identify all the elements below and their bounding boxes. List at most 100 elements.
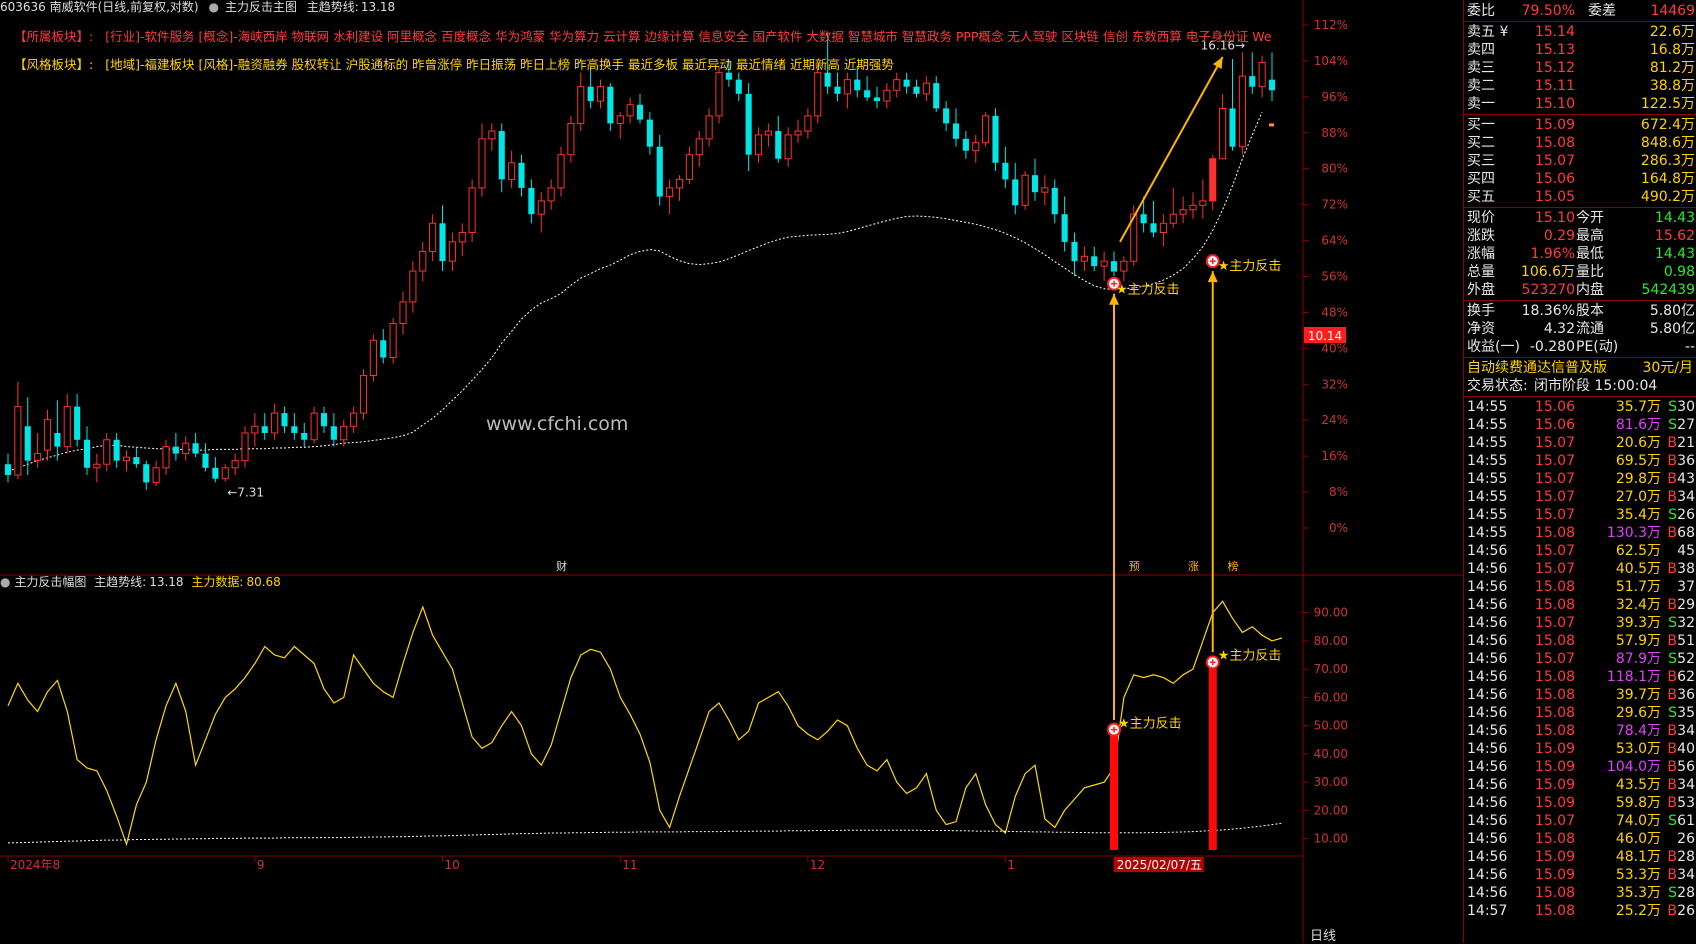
- tick-row[interactable]: 14:55 15.06 35.7万 S 30: [1464, 398, 1696, 416]
- candle-body: [745, 93, 752, 155]
- candle-body: [893, 79, 901, 91]
- candle-body: [587, 86, 594, 102]
- tick-row[interactable]: 14:56 15.09 104.0万 B 56: [1464, 758, 1696, 776]
- tick-row[interactable]: 14:56 15.08 32.4万 B 29: [1464, 596, 1696, 614]
- candle: [557, 146, 565, 197]
- tick-side: B: [1667, 561, 1677, 577]
- indicator-dot-icon[interactable]: ●: [208, 0, 218, 14]
- tick-row[interactable]: 14:56 15.08 118.1万 B 62: [1464, 668, 1696, 686]
- sell-row[interactable]: 卖一 15.10 122.5万: [1464, 95, 1696, 113]
- tick-row[interactable]: 14:55 15.07 20.6万 B 21: [1464, 434, 1696, 452]
- trend-value: 13.18: [360, 0, 396, 14]
- buy-volume: 672.4万: [1640, 117, 1695, 133]
- candle: [537, 192, 545, 233]
- candle: [192, 432, 199, 458]
- tick-volume: 27.0万: [1615, 489, 1661, 505]
- tick-volume: 53.0万: [1615, 741, 1661, 757]
- candle: [873, 86, 881, 109]
- stat-row[interactable]: 涨跌 0.29 最高 15.62: [1464, 227, 1696, 245]
- tick-row[interactable]: 14:55 15.07 69.5万 B 36: [1464, 452, 1696, 470]
- tick-row[interactable]: 14:56 15.08 51.7万 37: [1464, 578, 1696, 596]
- tick-row[interactable]: 14:56 15.08 57.9万 B 51: [1464, 632, 1696, 650]
- buy-row[interactable]: 买四 15.06 164.8万: [1464, 170, 1696, 188]
- tick-row[interactable]: 14:56 15.09 59.8万 B 53: [1464, 794, 1696, 812]
- candle-body: [754, 134, 763, 156]
- tick-time: 14:56: [1467, 705, 1508, 721]
- sector-label: 【所属板块】:: [14, 29, 94, 44]
- stock-title[interactable]: 603636 南威软件(日线,前复权,对数): [0, 0, 199, 14]
- tick-row[interactable]: 14:55 15.08 130.3万 B 68: [1464, 524, 1696, 542]
- tick-row[interactable]: 14:56 15.09 53.0万 B 40: [1464, 740, 1696, 758]
- tick-row[interactable]: 14:56 15.08 78.4万 B 34: [1464, 722, 1696, 740]
- period-label[interactable]: 日线: [1310, 925, 1336, 944]
- buy-row[interactable]: 买五 15.05 490.2万: [1464, 188, 1696, 206]
- tick-row[interactable]: 14:57 15.08 25.2万 B 26: [1464, 902, 1696, 920]
- event-marker: 预: [1129, 560, 1140, 573]
- tick-time: 14:56: [1467, 885, 1508, 901]
- candle-body: [241, 432, 249, 462]
- tick-row[interactable]: 14:56 15.08 46.0万 26: [1464, 830, 1696, 848]
- tick-row[interactable]: 14:55 15.07 27.0万 B 34: [1464, 488, 1696, 506]
- tick-side: B: [1667, 597, 1677, 613]
- tick-row[interactable]: 14:55 15.07 29.8万 B 43: [1464, 470, 1696, 488]
- sub-indicator-dot-icon[interactable]: ●: [0, 575, 10, 589]
- buy-row[interactable]: 买二 15.08 848.6万: [1464, 134, 1696, 152]
- sub-indicator-name[interactable]: 主力反击幅图: [14, 575, 86, 589]
- candle-body: [162, 446, 170, 469]
- buy-row[interactable]: 买三 15.07 286.3万: [1464, 152, 1696, 170]
- stat2-value: -0.280: [1529, 339, 1575, 355]
- sell-row[interactable]: 卖四 15.13 16.8万: [1464, 41, 1696, 59]
- ratio-diff-value: 14469: [1650, 3, 1695, 19]
- tick-row[interactable]: 14:56 15.09 53.3万 B 34: [1464, 866, 1696, 884]
- candle: [616, 112, 624, 139]
- tick-row[interactable]: 14:56 15.07 87.9万 S 52: [1464, 650, 1696, 668]
- stat-row[interactable]: 总量 106.6万 量比 0.98: [1464, 263, 1696, 281]
- low-price-marker: ←7.31: [227, 486, 264, 500]
- stat2-row[interactable]: 换手 18.36% 股本 5.80亿: [1464, 302, 1696, 320]
- stat2-row[interactable]: 净资 4.32 流通 5.80亿: [1464, 320, 1696, 338]
- tick-time: 14:56: [1467, 741, 1508, 757]
- quote-ratio-row[interactable]: 委比 79.50% 委差 14469: [1464, 2, 1696, 20]
- status-row[interactable]: 交易状态: 闭市阶段 15:00:04: [1464, 377, 1696, 395]
- stat-row[interactable]: 现价 15.10 今开 14.43: [1464, 209, 1696, 227]
- tick-row[interactable]: 14:56 15.07 74.0万 S 61: [1464, 812, 1696, 830]
- tick-row[interactable]: 14:56 15.07 40.5万 B 38: [1464, 560, 1696, 578]
- tick-time: 14:56: [1467, 759, 1508, 775]
- candle: [775, 115, 782, 163]
- panel-separator: [1464, 21, 1696, 22]
- tick-row[interactable]: 14:56 15.07 39.3万 S 32: [1464, 614, 1696, 632]
- tick-row[interactable]: 14:56 15.07 62.5万 45: [1464, 542, 1696, 560]
- candle-body: [834, 86, 841, 94]
- tick-time: 14:55: [1467, 399, 1508, 415]
- signal-label-main-2: ★主力反击: [1218, 259, 1282, 274]
- stat-row[interactable]: 外盘 523270 内盘 542439: [1464, 281, 1696, 299]
- tick-row[interactable]: 14:56 15.09 43.5万 B 34: [1464, 776, 1696, 794]
- tick-row[interactable]: 14:56 15.08 35.3万 S 28: [1464, 884, 1696, 902]
- sell-row[interactable]: 卖二 15.11 38.8万: [1464, 77, 1696, 95]
- tick-volume: 29.8万: [1615, 471, 1661, 487]
- tick-row[interactable]: 14:55 15.07 35.4万 S 26: [1464, 506, 1696, 524]
- tick-row[interactable]: 14:55 15.06 81.6万 S 27: [1464, 416, 1696, 434]
- sell-row[interactable]: 卖五 ¥ 15.14 22.6万: [1464, 23, 1696, 41]
- stat2-row[interactable]: 收益(一) -0.280 PE(动) --: [1464, 338, 1696, 356]
- candle: [43, 409, 52, 461]
- candle: [498, 123, 505, 193]
- tick-row[interactable]: 14:56 15.09 48.1万 B 28: [1464, 848, 1696, 866]
- promo-row[interactable]: 自动续费通达信普及版 30元/月: [1464, 359, 1696, 377]
- tick-row[interactable]: 14:56 15.08 39.7万 B 36: [1464, 686, 1696, 704]
- promo-text: 自动续费通达信普及版: [1467, 360, 1607, 376]
- candle-body: [172, 446, 179, 454]
- candle-body: [656, 146, 663, 197]
- candle-body: [389, 322, 397, 359]
- chart-svg[interactable]: 112%104%96%88%80%72%64%56%48%40%32%24%16…: [0, 0, 1463, 943]
- stat2-label-2: 股本: [1576, 303, 1604, 319]
- stat-row[interactable]: 涨幅 1.96% 最低 14.43: [1464, 245, 1696, 263]
- indicator-name[interactable]: 主力反击主图: [225, 0, 297, 14]
- buy-row[interactable]: 买一 15.09 672.4万: [1464, 116, 1696, 134]
- sub-y-tick-label: 10.00: [1314, 832, 1348, 846]
- tick-count: 36: [1677, 453, 1695, 469]
- sell-row[interactable]: 卖三 15.12 81.2万: [1464, 59, 1696, 77]
- tick-row[interactable]: 14:56 15.08 29.6万 S 35: [1464, 704, 1696, 722]
- tick-count: 36: [1677, 687, 1695, 703]
- signal-label-main-1: ★主力反击: [1116, 283, 1180, 298]
